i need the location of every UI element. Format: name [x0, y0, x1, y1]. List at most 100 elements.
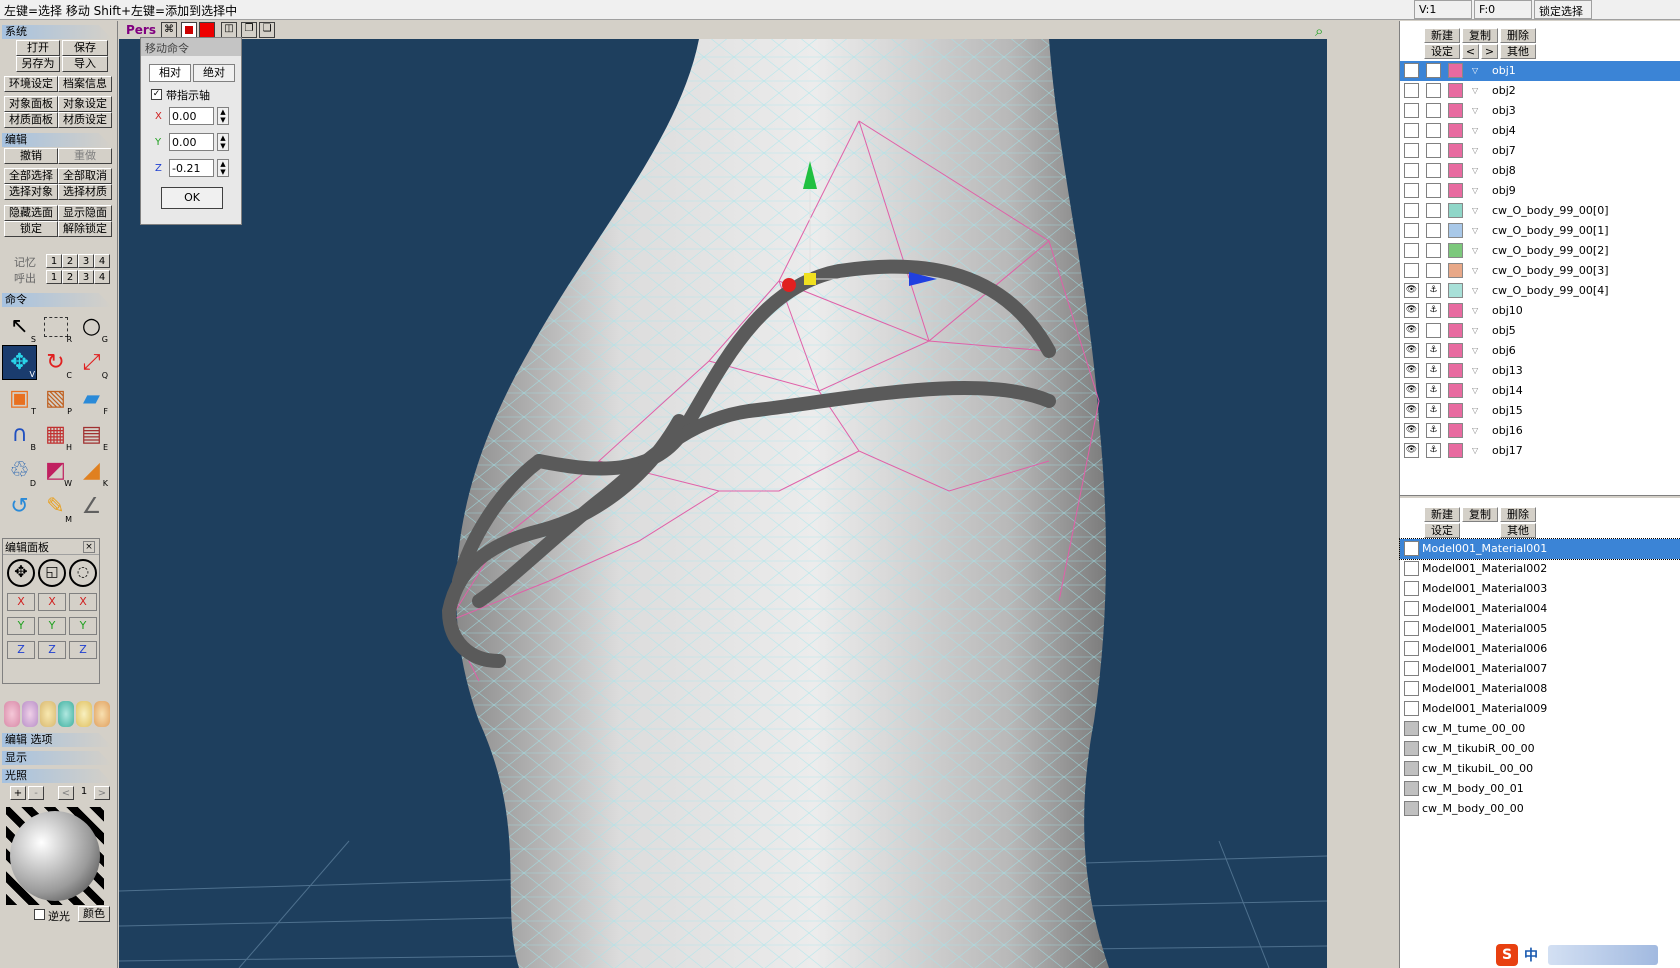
material-row[interactable]: Model001_Material005 [1400, 619, 1680, 639]
material-swatch[interactable] [1404, 621, 1419, 636]
visibility-toggle-icon[interactable]: 👁 [1404, 423, 1419, 438]
visibility-toggle-icon[interactable] [1404, 103, 1419, 118]
y-spinner[interactable]: ▲ ▼ [217, 133, 229, 151]
rotate-tool-icon[interactable]: ↻ C [38, 345, 73, 380]
save-button[interactable]: 保存 [62, 40, 108, 56]
show-hidden-button[interactable]: 显示隐面 [58, 205, 112, 221]
save-as-button[interactable]: 另存为 [16, 56, 60, 72]
recall-4[interactable]: 4 [94, 270, 110, 284]
material-row[interactable]: Model001_Material008 [1400, 679, 1680, 699]
lock-toggle-icon[interactable] [1426, 263, 1441, 278]
z-spinner[interactable]: ▲ ▼ [217, 159, 229, 177]
object-row[interactable]: ▽ obj7 [1400, 141, 1680, 161]
expand-icon[interactable]: ▽ [1472, 181, 1478, 201]
object-delete-button[interactable]: 删除 [1500, 28, 1536, 43]
object-row[interactable]: ▽ cw_O_body_99_00[0] [1400, 201, 1680, 221]
plugin-char-6-icon[interactable] [94, 701, 110, 727]
lasso-tool-icon[interactable]: ○ G [74, 309, 109, 344]
visibility-toggle-icon[interactable]: 👁 [1404, 363, 1419, 378]
plugin-char-4-icon[interactable] [58, 701, 74, 727]
lock-selection-button[interactable]: 锁定选择 [1534, 0, 1592, 19]
object-row[interactable]: 👁 ⚓ ▽ obj16 [1400, 421, 1680, 441]
object-color-swatch[interactable] [1448, 443, 1463, 458]
object-row[interactable]: 👁 ⚓ ▽ obj14 [1400, 381, 1680, 401]
recall-3[interactable]: 3 [78, 270, 94, 284]
tab-relative[interactable]: 相对 [149, 64, 191, 82]
expand-icon[interactable]: ▽ [1472, 401, 1478, 421]
material-row[interactable]: cw_M_tume_00_00 [1400, 719, 1680, 739]
move-mode-icon[interactable]: ✥ [7, 559, 35, 587]
panel-divider[interactable] [1400, 495, 1680, 498]
expand-icon[interactable]: ▽ [1472, 161, 1478, 181]
lock-toggle-icon[interactable] [1426, 183, 1441, 198]
object-row[interactable]: 👁 ⚓ ▽ obj13 [1400, 361, 1680, 381]
material-other-button[interactable]: 其他 [1500, 523, 1536, 538]
expand-icon[interactable]: ▽ [1472, 361, 1478, 381]
lock-toggle-icon[interactable] [1426, 203, 1441, 218]
object-settings-button[interactable]: 设定 [1424, 44, 1460, 59]
zoom-icon[interactable]: ⌕ [1315, 22, 1327, 40]
lock-toggle-icon[interactable] [1426, 103, 1441, 118]
weld-tool-icon[interactable]: ◩ W [38, 453, 73, 488]
file-info-button[interactable]: 档案信息 [58, 76, 112, 92]
material-swatch[interactable] [1404, 761, 1419, 776]
visibility-toggle-icon[interactable]: 👁 [1404, 343, 1419, 358]
lock-toggle-icon[interactable]: ⚓ [1426, 363, 1441, 378]
visibility-toggle-icon[interactable] [1404, 223, 1419, 238]
expand-icon[interactable]: ▽ [1472, 101, 1478, 121]
rotate-x-toggle[interactable]: X [69, 593, 97, 611]
lock-toggle-icon[interactable]: ⚓ [1426, 403, 1441, 418]
plugin-char-1-icon[interactable] [4, 701, 20, 727]
material-swatch[interactable] [1404, 641, 1419, 656]
ime-label[interactable]: 中 [1524, 945, 1538, 965]
visibility-toggle-icon[interactable]: 👁 [1404, 383, 1419, 398]
rotate-z-toggle[interactable]: Z [69, 641, 97, 659]
object-color-swatch[interactable] [1448, 323, 1463, 338]
material-row[interactable]: cw_M_body_00_00 [1400, 799, 1680, 819]
lock-toggle-icon[interactable]: ⚓ [1426, 303, 1441, 318]
ok-button[interactable]: OK [161, 187, 223, 209]
viewport-scene[interactable] [119, 21, 1327, 968]
move-x-toggle[interactable]: X [7, 593, 35, 611]
lock-toggle-icon[interactable] [1426, 63, 1441, 78]
open-button[interactable]: 打开 [16, 40, 60, 56]
edit-panel-close-icon[interactable]: × [83, 541, 95, 553]
object-row[interactable]: ▽ cw_O_body_99_00[2] [1400, 241, 1680, 261]
select-tool-icon[interactable]: ↖ S [2, 309, 37, 344]
visibility-toggle-icon[interactable] [1404, 143, 1419, 158]
section-display[interactable]: 显示 [2, 751, 112, 765]
magnet-tool-icon[interactable]: ∩ B [2, 417, 37, 452]
select-all-button[interactable]: 全部选择 [4, 168, 58, 184]
expand-icon[interactable]: ▽ [1472, 221, 1478, 241]
object-color-swatch[interactable] [1448, 83, 1463, 98]
plugin-char-2-icon[interactable] [22, 701, 38, 727]
expand-icon[interactable]: ▽ [1472, 441, 1478, 461]
visibility-toggle-icon[interactable] [1404, 163, 1419, 178]
object-row[interactable]: 👁 ▽ obj5 [1400, 321, 1680, 341]
visibility-toggle-icon[interactable]: 👁 [1404, 283, 1419, 298]
visibility-toggle-icon[interactable]: 👁 [1404, 443, 1419, 458]
object-row[interactable]: ▽ obj9 [1400, 181, 1680, 201]
object-color-swatch[interactable] [1448, 403, 1463, 418]
material-row[interactable]: Model001_Material006 [1400, 639, 1680, 659]
section-edit-options[interactable]: 编辑 选项 [2, 733, 112, 747]
object-color-swatch[interactable] [1448, 63, 1463, 78]
material-settings-button[interactable]: 材质设定 [58, 112, 112, 128]
move-z-toggle[interactable]: Z [7, 641, 35, 659]
visibility-toggle-icon[interactable] [1404, 263, 1419, 278]
select-material-button[interactable]: 选择材质 [58, 184, 112, 200]
knife-cut-tool-icon[interactable]: ◢ K [74, 453, 109, 488]
material-row[interactable]: Model001_Material001 [1399, 538, 1680, 560]
material-row[interactable]: Model001_Material003 [1400, 579, 1680, 599]
object-settings-button[interactable]: 对象设定 [58, 96, 112, 112]
object-row[interactable]: ▽ cw_O_body_99_00[3] [1400, 261, 1680, 281]
delete-tool-icon[interactable]: ♲ D [2, 453, 37, 488]
object-row[interactable]: ▽ cw_O_body_99_00[1] [1400, 221, 1680, 241]
object-color-swatch[interactable] [1448, 423, 1463, 438]
expand-icon[interactable]: ▽ [1472, 381, 1478, 401]
scale-tool-icon[interactable]: ⤢ Q [74, 345, 109, 380]
material-copy-button[interactable]: 复制 [1462, 507, 1498, 522]
material-row[interactable]: cw_M_body_00_01 [1400, 779, 1680, 799]
material-row[interactable]: cw_M_tikubiL_00_00 [1400, 759, 1680, 779]
material-row[interactable]: Model001_Material007 [1400, 659, 1680, 679]
